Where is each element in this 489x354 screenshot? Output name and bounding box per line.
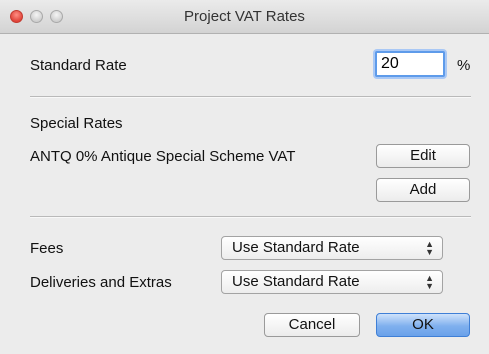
special-rate-item: ANTQ 0% Antique Special Scheme VAT xyxy=(30,148,296,165)
separator xyxy=(30,96,471,98)
fees-label: Fees xyxy=(30,240,64,257)
standard-rate-label: Standard Rate xyxy=(30,57,127,74)
percent-unit-label: % xyxy=(457,57,471,74)
ok-button[interactable]: OK xyxy=(376,313,470,337)
vat-rates-dialog: Project VAT Rates Standard Rate % Specia… xyxy=(0,0,489,354)
fees-rate-select[interactable]: Use Standard Rate ▲ ▼ xyxy=(221,236,443,260)
title-bar: Project VAT Rates xyxy=(0,0,489,34)
select-arrows-icon: ▲ ▼ xyxy=(425,239,434,257)
special-rates-heading: Special Rates xyxy=(30,115,123,132)
separator xyxy=(30,216,471,218)
select-arrows-icon: ▲ ▼ xyxy=(425,273,434,291)
deliveries-rate-select[interactable]: Use Standard Rate ▲ ▼ xyxy=(221,270,443,294)
window-title: Project VAT Rates xyxy=(184,8,305,25)
edit-special-rate-button[interactable]: Edit xyxy=(376,144,470,168)
standard-rate-input[interactable] xyxy=(375,51,445,77)
deliveries-rate-selected: Use Standard Rate xyxy=(232,273,360,290)
cancel-button[interactable]: Cancel xyxy=(264,313,360,337)
fees-rate-selected: Use Standard Rate xyxy=(232,239,360,256)
add-special-rate-button[interactable]: Add xyxy=(376,178,470,202)
deliveries-label: Deliveries and Extras xyxy=(30,274,172,291)
